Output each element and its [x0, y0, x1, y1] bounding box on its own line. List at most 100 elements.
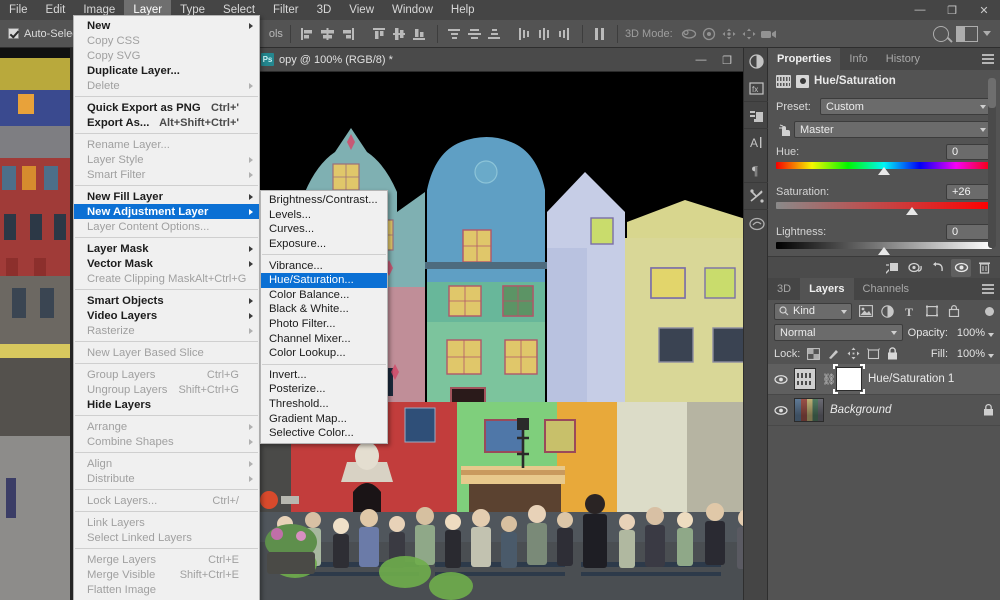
submenu-item-invert[interactable]: Invert... [261, 368, 387, 383]
table-row[interactable]: ⛓ Hue/Saturation 1 [768, 364, 1000, 395]
opacity-control[interactable]: Opacity: 100% [908, 327, 994, 339]
submenu-item-selective-color[interactable]: Selective Color... [261, 426, 387, 441]
layer-name[interactable]: Background [830, 404, 891, 416]
menu-item-new-fill-layer[interactable]: New Fill Layer [74, 189, 259, 204]
lock-image-pixels-icon[interactable] [827, 348, 840, 360]
submenu-item-threshold[interactable]: Threshold... [261, 397, 387, 412]
saturation-knob[interactable] [906, 207, 919, 215]
character-icon[interactable]: A [744, 129, 769, 156]
tab-3d[interactable]: 3D [768, 278, 801, 300]
hue-slider[interactable] [776, 162, 992, 176]
preset-select[interactable]: Custom [820, 98, 992, 115]
clip-to-layer-icon[interactable] [882, 259, 902, 277]
layer-thumbnail[interactable] [794, 368, 816, 390]
layer-name[interactable]: Hue/Saturation 1 [868, 373, 954, 385]
3d-slide-icon[interactable] [739, 24, 759, 44]
distribute-vertical-centers-icon[interactable] [465, 24, 485, 44]
menu-item-smart-objects[interactable]: Smart Objects [74, 293, 259, 308]
styles-icon[interactable] [744, 102, 769, 129]
menu-item-new[interactable]: New [74, 18, 259, 33]
workspace-chevron-down-icon[interactable] [980, 24, 994, 44]
lock-position-icon[interactable] [847, 347, 860, 360]
align-left-edges-icon[interactable] [298, 24, 318, 44]
lock-all-icon[interactable] [887, 347, 898, 360]
properties-panel-menu-icon[interactable] [982, 54, 994, 66]
filter-toggle-switch[interactable] [985, 306, 994, 316]
menu-item-export-as[interactable]: Export As... Alt+Shift+Ctrl+' [74, 115, 259, 130]
menu-file[interactable]: File [0, 0, 37, 20]
menu-item-vector-mask[interactable]: Vector Mask [74, 256, 259, 271]
menu-view[interactable]: View [340, 0, 383, 20]
3d-pan-icon[interactable] [719, 24, 739, 44]
submenu-item-brightness-contrast[interactable]: Brightness/Contrast... [261, 193, 387, 208]
saturation-slider[interactable] [776, 202, 992, 216]
lightness-slider[interactable] [776, 242, 992, 256]
delete-icon[interactable] [974, 259, 994, 277]
submenu-item-color-lookup[interactable]: Color Lookup... [261, 346, 387, 361]
layer-visibility-icon[interactable] [774, 403, 788, 417]
filter-kind-select[interactable]: Kind [774, 302, 852, 320]
filter-smart-objects-icon[interactable] [945, 303, 962, 320]
document-maximize-button[interactable]: ❐ [714, 48, 740, 72]
layer-mask-link-icon[interactable]: ⛓ [822, 373, 836, 386]
filter-type-layers-icon[interactable]: T [901, 303, 918, 320]
filter-shape-layers-icon[interactable] [923, 303, 940, 320]
actions-icon[interactable]: fx [744, 75, 769, 102]
layers-panel-menu-icon[interactable] [982, 284, 994, 296]
3d-camera-icon[interactable] [759, 24, 779, 44]
arrange-documents-icon[interactable] [954, 24, 980, 44]
menu-3d[interactable]: 3D [308, 0, 341, 20]
properties-scrollbar[interactable] [988, 78, 998, 248]
creative-cloud-icon[interactable] [744, 210, 769, 237]
submenu-item-channel-mixer[interactable]: Channel Mixer... [261, 331, 387, 346]
submenu-item-gradient-map[interactable]: Gradient Map... [261, 411, 387, 426]
distribute-bottom-edges-icon[interactable] [485, 24, 505, 44]
menu-item-video-layers[interactable]: Video Layers [74, 308, 259, 323]
paragraph-icon[interactable]: ¶ [744, 156, 769, 183]
align-bottom-edges-icon[interactable] [410, 24, 430, 44]
tab-info[interactable]: Info [840, 48, 877, 70]
layer-visibility-icon[interactable] [774, 372, 788, 386]
distribute-top-edges-icon[interactable] [445, 24, 465, 44]
submenu-item-exposure[interactable]: Exposure... [261, 237, 387, 252]
opacity-chevron-down-icon[interactable] [988, 332, 994, 337]
distribute-spacing-icon[interactable] [590, 24, 610, 44]
align-vertical-centers-icon[interactable] [390, 24, 410, 44]
distribute-horizontal-centers-icon[interactable] [535, 24, 555, 44]
tab-channels[interactable]: Channels [853, 278, 919, 300]
layer-thumbnail[interactable] [794, 398, 824, 422]
background-document-preview[interactable] [0, 48, 70, 600]
app-minimize-button[interactable]: — [904, 0, 936, 20]
tab-properties[interactable]: Properties [768, 48, 841, 70]
menu-edit[interactable]: Edit [37, 0, 75, 20]
auto-select-option[interactable]: Auto-Select [0, 28, 81, 40]
fill-value[interactable]: 100% [951, 348, 985, 360]
app-maximize-button[interactable]: ❐ [936, 0, 968, 20]
menu-item-quick-export-as-png[interactable]: Quick Export as PNG Ctrl+' [74, 100, 259, 115]
distribute-left-edges-icon[interactable] [515, 24, 535, 44]
toggle-visibility-icon[interactable] [951, 258, 971, 277]
menu-help[interactable]: Help [442, 0, 484, 20]
saturation-value[interactable]: +26 [946, 184, 992, 200]
submenu-item-posterize[interactable]: Posterize... [261, 382, 387, 397]
reset-icon[interactable] [928, 259, 948, 277]
targeted-adjustment-icon[interactable] [776, 123, 794, 137]
align-horizontal-centers-icon[interactable] [318, 24, 338, 44]
blend-mode-select[interactable]: Normal [774, 324, 903, 341]
tab-layers[interactable]: Layers [800, 278, 854, 300]
3d-orbit-icon[interactable] [679, 24, 699, 44]
align-top-edges-icon[interactable] [370, 24, 390, 44]
menu-window[interactable]: Window [383, 0, 442, 20]
submenu-item-photo-filter[interactable]: Photo Filter... [261, 317, 387, 332]
lightness-knob[interactable] [878, 247, 890, 255]
filter-pixel-layers-icon[interactable] [857, 303, 874, 320]
fill-control[interactable]: Fill: 100% [931, 348, 994, 360]
fill-chevron-down-icon[interactable] [988, 353, 994, 358]
submenu-item-curves[interactable]: Curves... [261, 222, 387, 237]
table-row[interactable]: Background [768, 395, 1000, 426]
tool-presets-icon[interactable] [744, 183, 769, 210]
lock-transparent-pixels-icon[interactable] [807, 347, 821, 360]
hue-knob[interactable] [878, 167, 890, 175]
submenu-item-hue-saturation[interactable]: Hue/Saturation... [261, 272, 387, 288]
align-right-edges-icon[interactable] [338, 24, 358, 44]
